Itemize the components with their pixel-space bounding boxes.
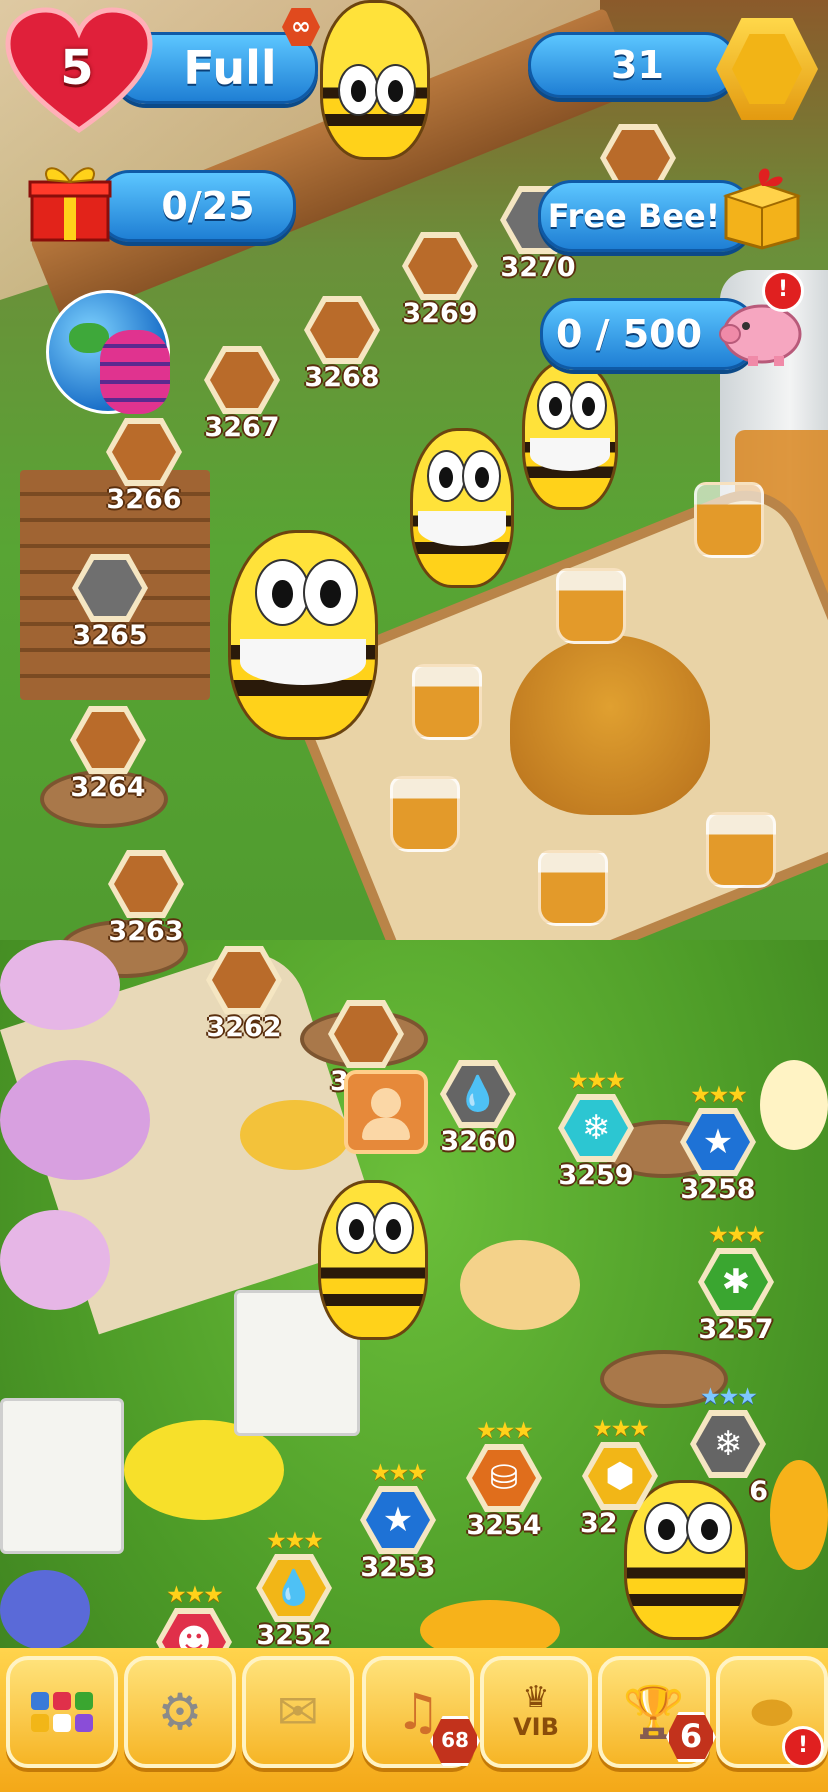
star-rating: ★★★ [476,1418,534,1444]
worm-character-icon [100,330,170,414]
level-number: 3259 [558,1160,634,1191]
gifts-progress: 0/25 [161,184,255,228]
honey-pot-icon: ⛁ [472,1450,536,1506]
beehive-decoration [510,635,710,815]
alert-badge: ! [762,270,804,312]
spider-icon: ✱ [704,1254,768,1310]
level-node-3269[interactable]: 3269 [400,232,480,329]
level-number: 3263 [108,916,184,947]
envelope-icon: ✉ [277,1683,319,1741]
level-number: 3262 [206,1012,282,1043]
star-rating: ★★★ [708,1222,766,1248]
drop-icon: 💧 [262,1560,326,1616]
level-number: 3265 [72,620,148,651]
bee-character [318,1180,428,1340]
star-rating: ★★★ [568,1068,626,1094]
star-rating: ★★★ [370,1460,428,1486]
level-number: 3253 [360,1552,436,1583]
piggy-bank-progress: 0 / 500 [555,312,703,356]
level-number: 6 [749,1476,768,1507]
level-number: 3266 [106,484,182,515]
level-node-3264[interactable]: 3264 [68,706,148,803]
honey-jar [538,850,608,926]
level-number: 3268 [304,362,380,393]
level-number: 3254 [466,1510,542,1541]
level-node-3262[interactable]: 3262 [204,946,284,1043]
star-icon: ★ [366,1492,430,1548]
inbox-button[interactable]: ✉ [242,1656,354,1768]
flower-cluster [460,1240,580,1330]
snowflake-icon: ❄ [696,1416,760,1472]
vib-label: VIB [513,1713,559,1741]
gifts-progress-button[interactable]: 0/25 [96,170,296,242]
level-node-3257[interactable]: ★★★ ✱ 3257 [696,1222,776,1345]
lives-count: 5 [60,40,94,96]
level-node-3252[interactable]: ★★★ 💧 3252 [254,1528,334,1651]
level-number: 3260 [440,1126,516,1157]
beehive-box [0,1398,124,1554]
level-number: 3264 [70,772,146,803]
level-node-3268[interactable]: 3268 [302,296,382,393]
level-number: 3269 [402,298,478,329]
friends-button[interactable] [6,1656,118,1768]
snowflake-icon: ❄ [564,1100,628,1156]
level-number: 3270 [500,252,576,283]
level-node-3256[interactable]: ★★★ ❄ 6 [688,1384,768,1507]
star-rating: ★★★ [690,1082,748,1108]
friends-icon [31,1692,93,1732]
level-map[interactable]: 3272 3270 3269 3268 3267 3266 3265 3264 … [0,0,828,1792]
free-bee-label: Free Bee! [547,197,721,235]
level-node-3254[interactable]: ★★★ ⛁ 3254 [464,1418,544,1541]
level-node-3253[interactable]: ★★★ ★ 3253 [358,1460,438,1583]
honey-jar [390,776,460,852]
level-number: 3257 [698,1314,774,1345]
level-number: 32 [580,1508,618,1539]
level-node-3260[interactable]: 💧 3260 [438,1060,518,1157]
lives-status: Full [183,41,277,95]
level-number: 3267 [204,412,280,443]
jukebox-icon: ♫ [395,1683,441,1741]
bee-character [410,428,514,588]
honey-jar [706,812,776,888]
star-rating: ★★★ [592,1416,650,1442]
hive-alert-badge: ! [782,1726,824,1768]
player-avatar[interactable] [344,1070,428,1154]
level-node-3266[interactable]: 3266 [104,418,184,515]
gift-box-icon[interactable] [720,160,804,250]
star-icon: ★ [686,1114,750,1170]
flower-cluster [760,1060,828,1150]
level-number: 3252 [256,1620,332,1651]
crown-icon: ♛ [522,1680,550,1715]
level-number: 3258 [680,1174,756,1205]
flower-cluster [770,1460,828,1570]
bee-character [320,0,430,160]
level-node-3255[interactable]: ★★★ ⬢ 32 [580,1416,660,1539]
settings-button[interactable]: ⚙ [124,1656,236,1768]
level-node-3258[interactable]: ★★★ ★ 3258 [678,1082,758,1205]
honey-jar [556,568,626,644]
level-node-3259[interactable]: ★★★ ❄ 3259 [556,1068,636,1191]
honey-jar [694,482,764,558]
star-rating: ★★★ [166,1582,224,1608]
flower-cluster [0,940,120,1030]
vib-button[interactable]: ♛ VIB [480,1656,592,1768]
level-node-3265[interactable]: 3265 [70,554,150,651]
flower-cluster [240,1100,350,1170]
star-rating: ★★★ [266,1528,324,1554]
currency-amount: 31 [611,43,664,87]
hexagon-icon: ⬢ [588,1448,652,1504]
honey-jar [412,664,482,740]
level-node-3267[interactable]: 3267 [202,346,282,443]
flower-cluster [0,1570,90,1650]
drop-icon: 💧 [446,1066,510,1122]
bee-character [228,530,378,740]
flower-cluster [0,1210,110,1310]
gift-icon[interactable] [28,158,112,244]
star-rating: ★★★ [700,1384,758,1410]
currency-button[interactable]: 31 [528,32,738,98]
flower-cluster [0,1060,150,1180]
bee-character [522,360,618,510]
level-node-3263[interactable]: 3263 [106,850,186,947]
gear-icon: ⚙ [157,1683,203,1741]
